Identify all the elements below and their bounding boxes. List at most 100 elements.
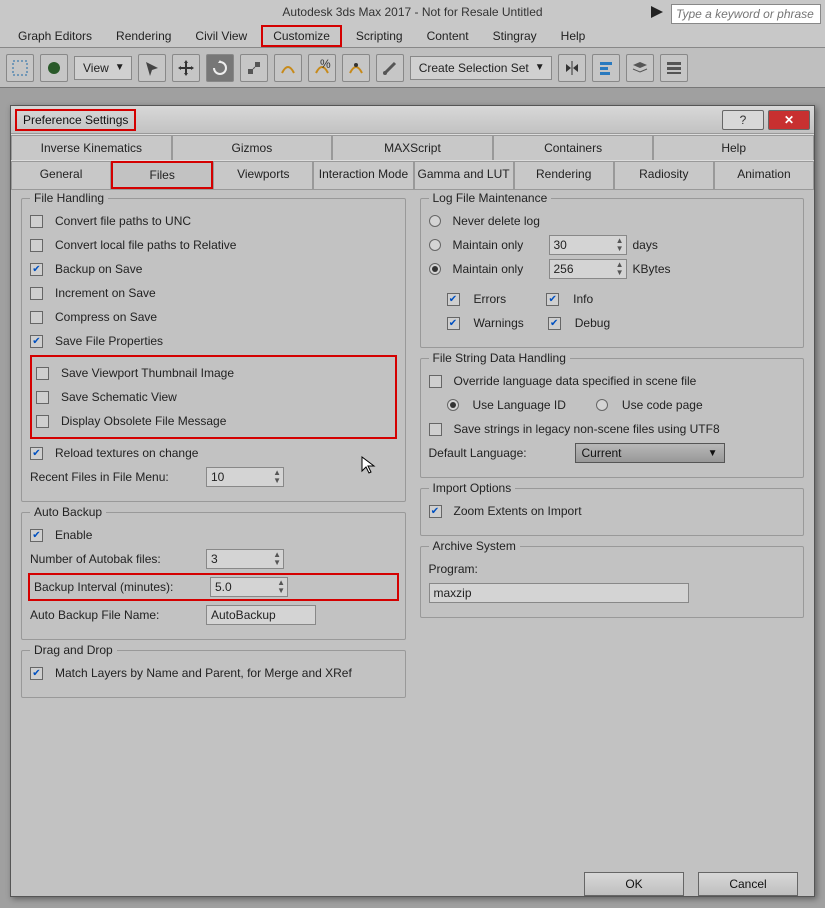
view-dropdown-label: View (83, 61, 109, 75)
menu-civil-view[interactable]: Civil View (185, 27, 257, 45)
app-titlebar: Autodesk 3ds Max 2017 - Not for Resale U… (0, 0, 825, 24)
ck-obsolete-msg[interactable] (36, 415, 49, 428)
layer-icon[interactable] (626, 54, 654, 82)
tab-gamma-lut[interactable]: Gamma and LUT (414, 161, 514, 189)
menu-graph-editors[interactable]: Graph Editors (8, 27, 102, 45)
menu-stingray[interactable]: Stingray (483, 27, 547, 45)
cancel-button[interactable]: Cancel (698, 872, 798, 896)
backup-interval-highlight-box: Backup Interval (minutes): 5.0▲▼ (28, 573, 399, 601)
ck-save-props[interactable] (30, 335, 43, 348)
lbl-errors: Errors (474, 292, 507, 306)
lbl-lang-id: Use Language ID (473, 398, 566, 412)
backup-interval-spinner[interactable]: 5.0▲▼ (210, 577, 288, 597)
view-dropdown[interactable]: View▼ (74, 56, 132, 80)
ck-debug[interactable] (548, 317, 561, 330)
default-lang-dropdown[interactable]: Current▼ (575, 443, 725, 463)
rd-code-page[interactable] (596, 399, 608, 411)
tab-interaction-mode[interactable]: Interaction Mode (313, 161, 413, 189)
lbl-info: Info (573, 292, 593, 306)
ck-convert-relative[interactable] (30, 239, 43, 252)
dialog-help-button[interactable]: ? (722, 110, 764, 130)
backup-interval-value: 5.0 (215, 580, 232, 594)
ck-save-schematic[interactable] (36, 391, 49, 404)
tab-maxscript[interactable]: MAXScript (332, 135, 493, 160)
ck-compress-save[interactable] (30, 311, 43, 324)
recent-files-value: 10 (211, 470, 224, 484)
snap-angle-icon[interactable] (274, 54, 302, 82)
maintain-days-value: 30 (554, 238, 567, 252)
tab-animation[interactable]: Animation (714, 161, 814, 189)
ck-convert-unc[interactable] (30, 215, 43, 228)
menu-rendering[interactable]: Rendering (106, 27, 181, 45)
file-handling-group: File Handling Convert file paths to UNC … (21, 198, 406, 502)
maintain-kb-spinner[interactable]: 256▲▼ (549, 259, 627, 279)
log-maintenance-group: Log File Maintenance Never delete log Ma… (420, 198, 805, 348)
autobackup-name-input[interactable]: AutoBackup (206, 605, 316, 625)
tab-help[interactable]: Help (653, 135, 814, 160)
ck-increment-save[interactable] (30, 287, 43, 300)
selection-region-icon[interactable] (6, 54, 34, 82)
tab-gizmos[interactable]: Gizmos (172, 135, 333, 160)
lbl-days-unit: days (633, 238, 658, 252)
autobak-num-value: 3 (211, 552, 218, 566)
ck-utf8[interactable] (429, 423, 442, 436)
select-icon[interactable] (138, 54, 166, 82)
archive-program-input[interactable]: maxzip (429, 583, 689, 603)
dialog-close-button[interactable]: ✕ (768, 110, 810, 130)
snap-percent-icon[interactable]: % (308, 54, 336, 82)
tab-containers[interactable]: Containers (493, 135, 654, 160)
rd-lang-id[interactable] (447, 399, 459, 411)
search-input[interactable] (671, 4, 821, 24)
lbl-autobackup-name: Auto Backup File Name: (30, 608, 200, 622)
tab-radiosity[interactable]: Radiosity (614, 161, 714, 189)
ck-errors[interactable] (447, 293, 460, 306)
autobak-num-spinner[interactable]: 3▲▼ (206, 549, 284, 569)
menu-customize[interactable]: Customize (261, 25, 342, 47)
align-icon[interactable] (592, 54, 620, 82)
scale-icon[interactable] (240, 54, 268, 82)
maintain-days-spinner[interactable]: 30▲▼ (549, 235, 627, 255)
ck-zoom-extents[interactable] (429, 505, 442, 518)
lbl-obsolete-msg: Display Obsolete File Message (61, 414, 391, 428)
rd-never-delete[interactable] (429, 215, 441, 227)
preference-settings-dialog: Preference Settings ? ✕ Inverse Kinemati… (10, 105, 815, 897)
lbl-backup-save: Backup on Save (55, 262, 397, 276)
move-icon[interactable] (172, 54, 200, 82)
dialog-tabs: Inverse Kinematics Gizmos MAXScript Cont… (11, 134, 814, 190)
selection-set-dropdown[interactable]: Create Selection Set▼ (410, 56, 552, 80)
menu-help[interactable]: Help (551, 27, 596, 45)
ck-save-thumbnail[interactable] (36, 367, 49, 380)
ck-match-layers[interactable] (30, 667, 43, 680)
rotate-icon[interactable] (206, 54, 234, 82)
tab-inverse-kinematics[interactable]: Inverse Kinematics (11, 135, 172, 160)
recent-files-spinner[interactable]: 10▲▼ (206, 467, 284, 487)
rd-maintain-kb[interactable] (429, 263, 441, 275)
ck-warnings[interactable] (447, 317, 460, 330)
mirror-icon[interactable] (558, 54, 586, 82)
tab-rendering[interactable]: Rendering (514, 161, 614, 189)
history-arrow-icon[interactable] (649, 0, 665, 24)
keyword-search[interactable] (671, 2, 821, 26)
lasso-icon[interactable] (40, 54, 68, 82)
selection-set-label: Create Selection Set (419, 61, 529, 75)
snap-toggle-icon[interactable] (342, 54, 370, 82)
lbl-backup-interval: Backup Interval (minutes): (34, 580, 204, 594)
schematic-icon[interactable] (660, 54, 688, 82)
ok-button[interactable]: OK (584, 872, 684, 896)
import-options-group: Import Options Zoom Extents on Import (420, 488, 805, 536)
ck-override-lang[interactable] (429, 375, 442, 388)
ck-info[interactable] (546, 293, 559, 306)
menu-scripting[interactable]: Scripting (346, 27, 413, 45)
manipulate-icon[interactable] (376, 54, 404, 82)
ck-reload-textures[interactable] (30, 447, 43, 460)
tab-general[interactable]: General (11, 161, 111, 189)
tab-files[interactable]: Files (111, 161, 213, 189)
lbl-compress-save: Compress on Save (55, 310, 397, 324)
ck-autobackup-enable[interactable] (30, 529, 43, 542)
lbl-increment-save: Increment on Save (55, 286, 397, 300)
menu-content[interactable]: Content (417, 27, 479, 45)
rd-maintain-days[interactable] (429, 239, 441, 251)
ck-backup-save[interactable] (30, 263, 43, 276)
tab-viewports[interactable]: Viewports (213, 161, 313, 189)
app-title-text: Autodesk 3ds Max 2017 - Not for Resale U… (282, 5, 542, 19)
